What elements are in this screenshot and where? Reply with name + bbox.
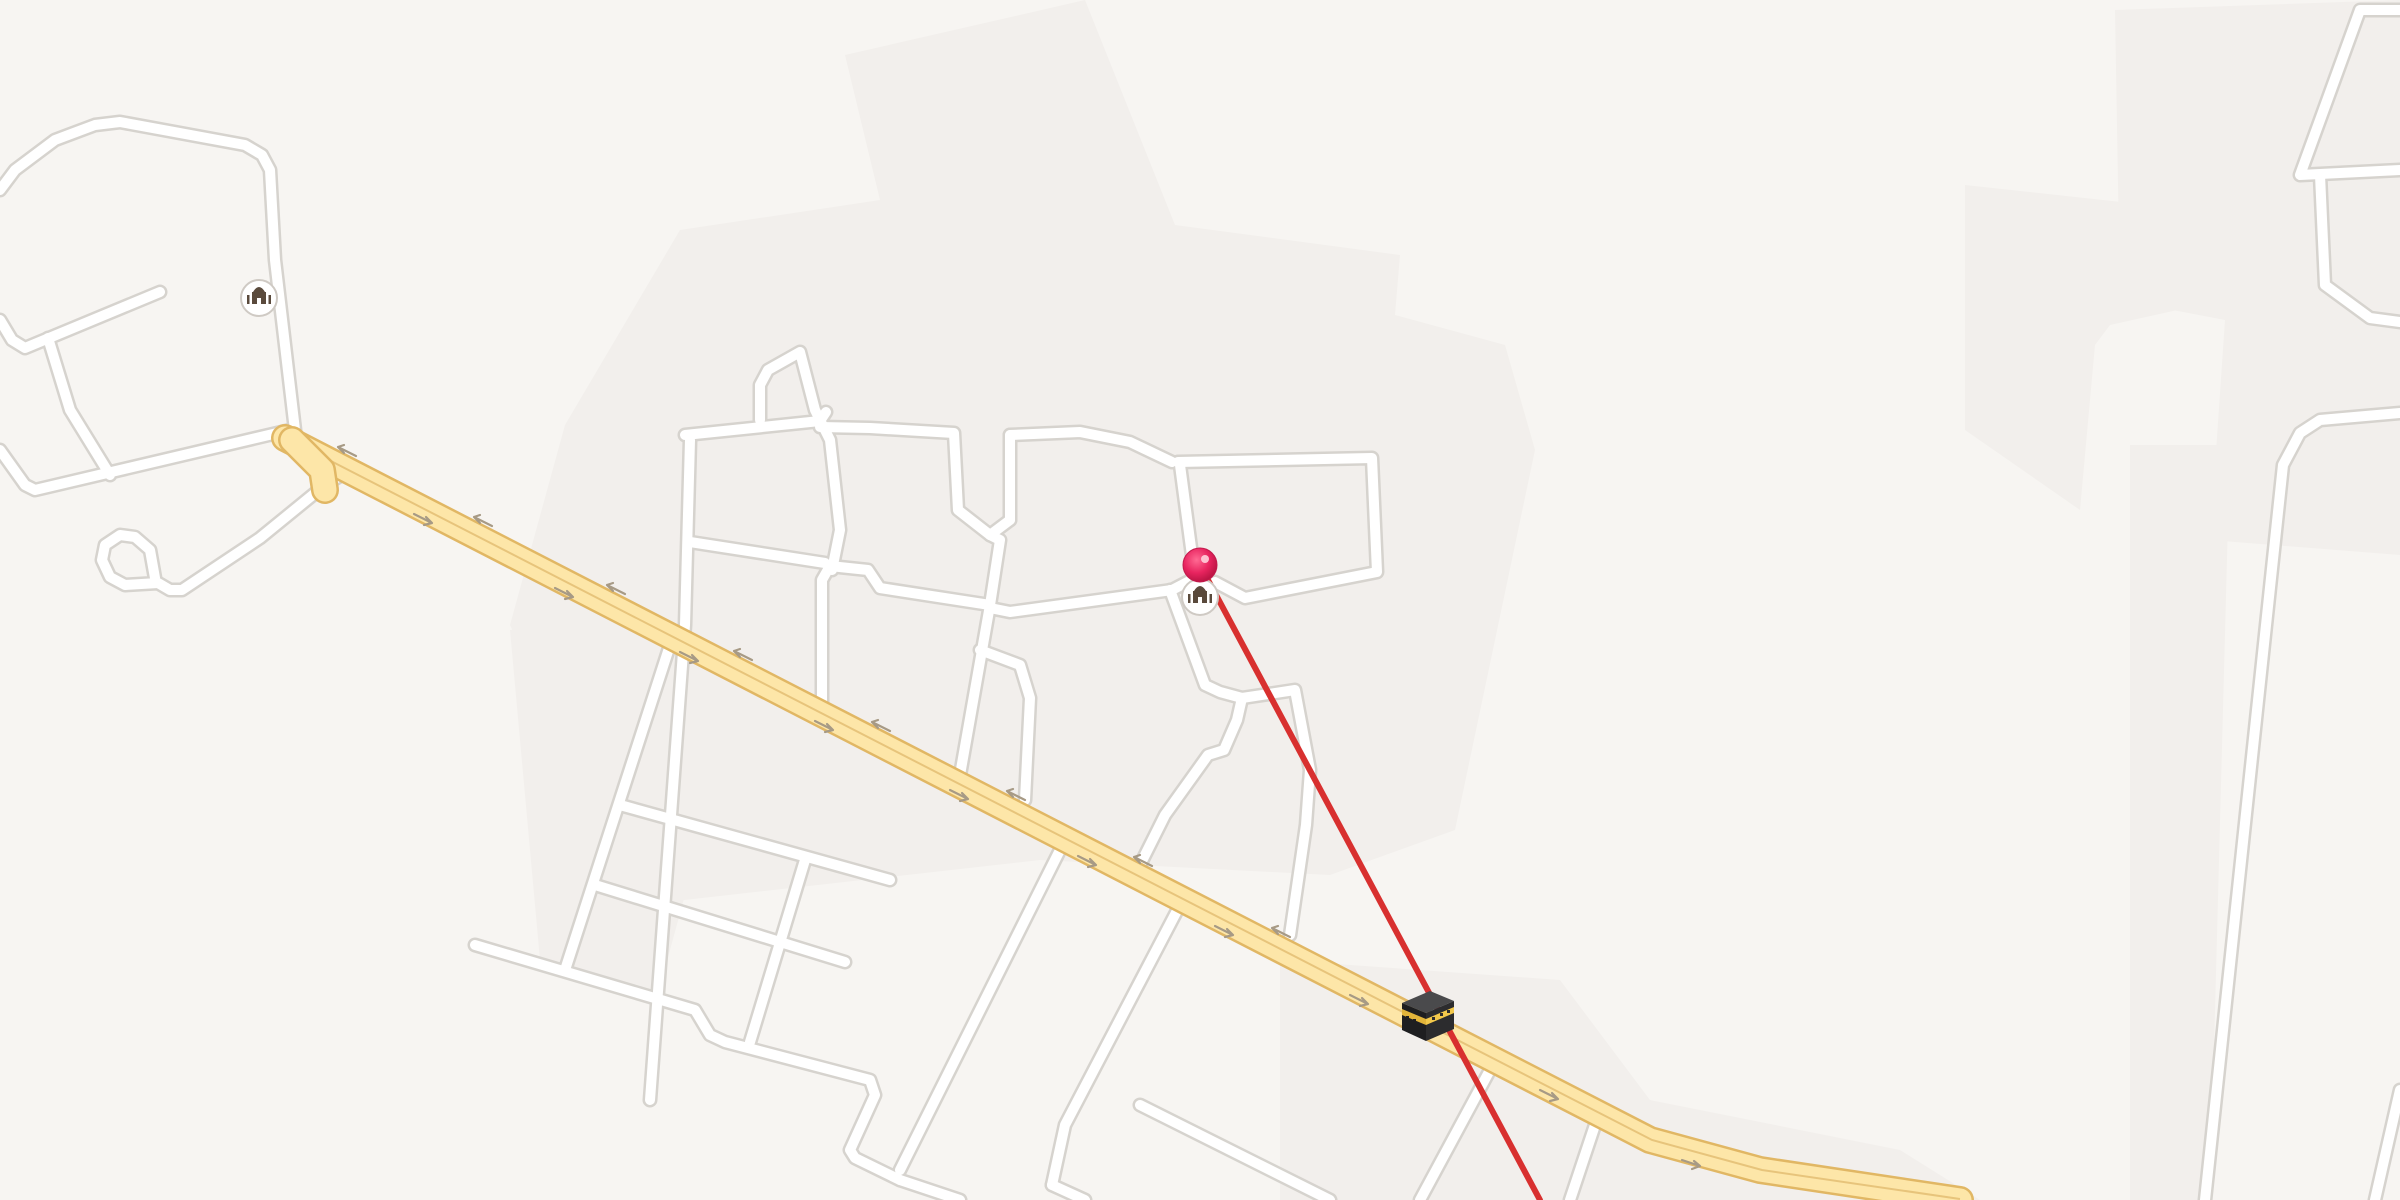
map-canvas[interactable] [0,0,2400,1200]
user-location-pin[interactable] [1182,547,1218,583]
poi-mosque-marker[interactable] [240,279,278,317]
map-view[interactable] [0,0,2400,1200]
location-pin-icon [1182,547,1218,583]
poi-mosque-marker[interactable] [1181,578,1219,616]
land-use-areas [510,0,2400,1200]
